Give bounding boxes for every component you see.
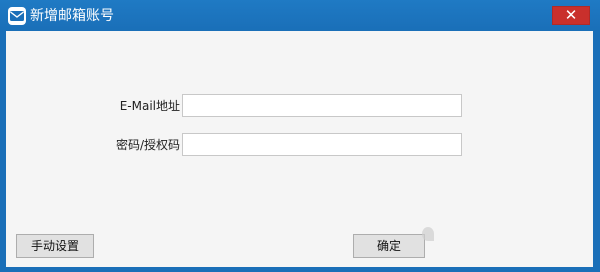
title-bar[interactable]: 新增邮箱账号 ✕: [0, 0, 600, 31]
dialog-window: 新增邮箱账号 ✕ E-Mail地址 密码/授权码 手动设置 确定: [0, 0, 600, 272]
password-label: 密码/授权码: [115, 138, 180, 152]
email-label: E-Mail地址: [119, 99, 180, 113]
dialog-body: E-Mail地址 密码/授权码 手动设置 确定: [6, 31, 593, 267]
close-button[interactable]: ✕: [552, 6, 590, 25]
window-title: 新增邮箱账号: [30, 8, 114, 24]
confirm-button[interactable]: 确定: [353, 234, 425, 258]
password-field[interactable]: [182, 133, 462, 156]
mail-app-icon: [8, 7, 26, 25]
cursor-shadow-icon: [422, 227, 434, 241]
close-icon: ✕: [564, 6, 578, 24]
email-field[interactable]: [182, 94, 462, 117]
manual-setup-button[interactable]: 手动设置: [16, 234, 94, 258]
